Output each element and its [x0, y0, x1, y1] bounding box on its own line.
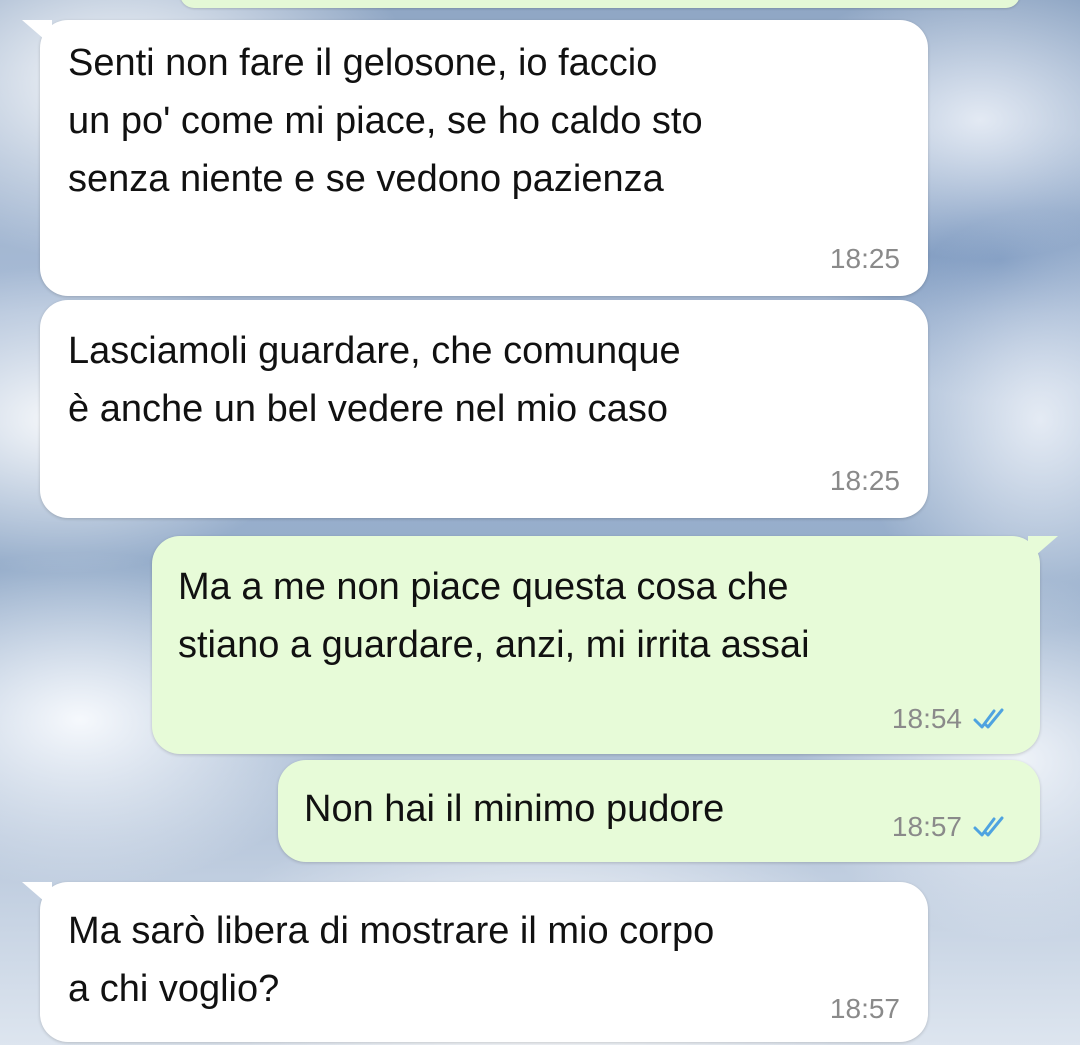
message-timestamp: 18:57: [829, 993, 900, 1024]
message-bubble-incoming[interactable]: Lasciamoli guardare, che comunque è anch…: [40, 300, 928, 518]
message-timestamp: 18:54: [891, 703, 962, 734]
bubble-tail: [22, 20, 52, 46]
message-meta: 18:54: [892, 704, 1012, 734]
message-timestamp: 18:25: [829, 243, 900, 274]
message-bubble-outgoing[interactable]: Non hai il minimo pudore 18:57: [278, 760, 1040, 862]
message-timestamp: 18:57: [891, 811, 962, 842]
message-timestamp: 18:25: [829, 465, 900, 496]
bubble-tail: [1028, 536, 1058, 562]
message-meta: 18:57: [892, 812, 1012, 842]
message-bubble-outgoing[interactable]: Ma a me non piace questa cosa che stiano…: [152, 536, 1058, 754]
message-bubble-incoming[interactable]: Ma sarò libera di mostrare il mio corpo …: [22, 882, 928, 1042]
previous-message-bubble-edge: [180, 0, 1020, 8]
bubble-tail: [22, 882, 52, 908]
message-meta: 18:57: [830, 994, 900, 1024]
message-bubble-incoming[interactable]: Senti non fare il gelosone, io faccio un…: [22, 20, 928, 296]
message-text: Ma a me non piace questa cosa che stiano…: [178, 566, 810, 666]
message-text: Senti non fare il gelosone, io faccio un…: [68, 42, 703, 200]
message-meta: 18:25: [830, 244, 900, 274]
double-check-read-icon: [973, 816, 1004, 837]
message-text: Non hai il minimo pudore: [304, 788, 725, 830]
double-check-read-icon: [973, 708, 1004, 729]
message-text: Ma sarò libera di mostrare il mio corpo …: [68, 910, 715, 1010]
message-meta: 18:25: [830, 466, 900, 496]
message-text: Lasciamoli guardare, che comunque è anch…: [68, 330, 681, 430]
